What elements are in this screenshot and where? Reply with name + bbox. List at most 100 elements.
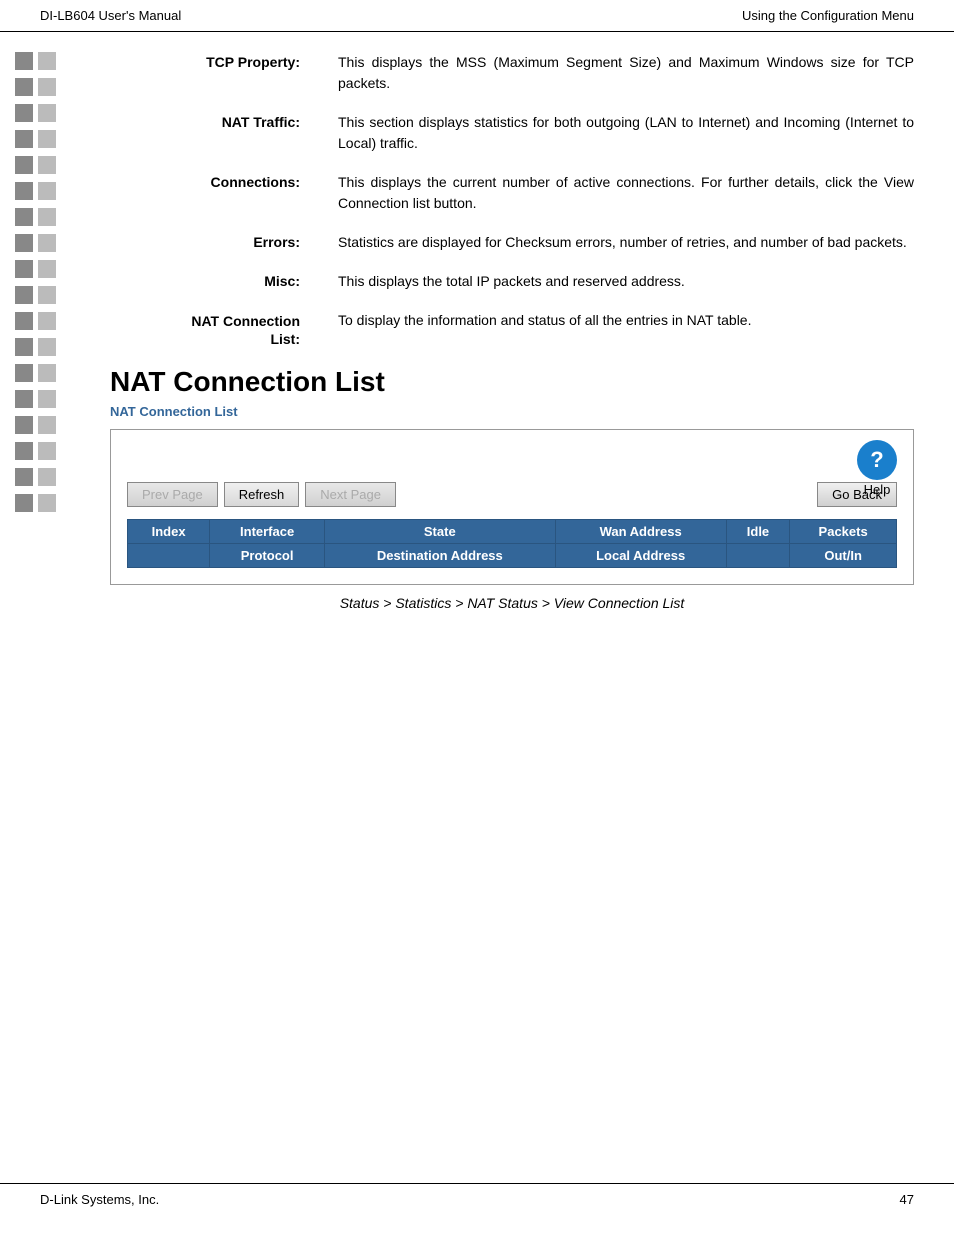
sidebar-square: [15, 234, 33, 252]
sidebar-square: [15, 182, 33, 200]
term-row-tcp: TCP Property: This displays the MSS (Max…: [110, 52, 914, 94]
page-footer: D-Link Systems, Inc. 47: [0, 1183, 954, 1215]
section-title: NAT Connection List: [110, 366, 914, 398]
col-idle: Idle: [726, 520, 790, 544]
sidebar-row-18: [15, 494, 85, 512]
sidebar-row-10: [15, 286, 85, 304]
col-packets: Packets: [790, 520, 897, 544]
sidebar-square: [38, 442, 56, 460]
col-index: Index: [128, 520, 210, 544]
term-def-tcp: This displays the MSS (Maximum Segment S…: [338, 52, 914, 94]
sidebar-row-15: [15, 416, 85, 434]
sidebar-square: [15, 52, 33, 70]
col-empty: [128, 544, 210, 568]
term-row-misc: Misc: This displays the total IP packets…: [110, 271, 914, 292]
sidebar-square: [38, 182, 56, 200]
col-state: State: [325, 520, 556, 544]
sidebar-square: [38, 338, 56, 356]
next-page-button[interactable]: Next Page: [305, 482, 396, 507]
term-def-connections: This displays the current number of acti…: [338, 172, 914, 214]
sidebar-square: [38, 494, 56, 512]
sidebar-square: [38, 468, 56, 486]
sidebar-row-8: [15, 234, 85, 252]
main-layout: TCP Property: This displays the MSS (Max…: [0, 32, 954, 631]
term-label-errors: Errors:: [110, 232, 320, 250]
sidebar-square: [38, 286, 56, 304]
sidebar-row-13: [15, 364, 85, 382]
sidebar-row-6: [15, 182, 85, 200]
nat-connection-box: ? Help Prev Page Refresh Next Page Go Ba…: [110, 429, 914, 585]
col-local-address: Local Address: [555, 544, 726, 568]
sidebar-row-7: [15, 208, 85, 226]
sidebar-square: [38, 52, 56, 70]
sidebar-row-2: [15, 78, 85, 96]
term-label-misc: Misc:: [110, 271, 320, 289]
table-header-row-1: Index Interface State Wan Address Idle P…: [128, 520, 897, 544]
term-def-nat-connection: To display the information and status of…: [338, 310, 914, 331]
sidebar-square: [15, 364, 33, 382]
sidebar-square: [15, 468, 33, 486]
col-interface: Interface: [210, 520, 325, 544]
sidebar-square: [15, 130, 33, 148]
sidebar-row-11: [15, 312, 85, 330]
section-subtitle: NAT Connection List: [110, 404, 914, 419]
sidebar-row-17: [15, 468, 85, 486]
term-list: TCP Property: This displays the MSS (Max…: [110, 52, 914, 348]
sidebar-square: [38, 208, 56, 226]
sidebar-square: [15, 338, 33, 356]
sidebar-square: [38, 312, 56, 330]
sidebar-square: [15, 442, 33, 460]
term-row-connections: Connections: This displays the current n…: [110, 172, 914, 214]
term-label-nat-connection: NAT ConnectionList:: [110, 310, 320, 348]
help-button[interactable]: ? Help: [857, 440, 897, 497]
sidebar-row-4: [15, 130, 85, 148]
nav-buttons: Prev Page Refresh Next Page Go Back: [127, 482, 897, 507]
term-def-nat-traffic: This section displays statistics for bot…: [338, 112, 914, 154]
term-label-connections: Connections:: [110, 172, 320, 190]
sidebar: [0, 42, 100, 621]
col-empty2: [726, 544, 790, 568]
sidebar-square: [38, 390, 56, 408]
page-header: DI-LB604 User's Manual Using the Configu…: [0, 0, 954, 32]
sidebar-square: [15, 494, 33, 512]
sidebar-row-12: [15, 338, 85, 356]
sidebar-row-14: [15, 390, 85, 408]
sidebar-square: [38, 416, 56, 434]
sidebar-square: [15, 104, 33, 122]
sidebar-square: [15, 260, 33, 278]
col-wan-address: Wan Address: [555, 520, 726, 544]
sidebar-square: [38, 156, 56, 174]
sidebar-square: [38, 364, 56, 382]
sidebar-row-9: [15, 260, 85, 278]
sidebar-square: [15, 390, 33, 408]
header-right: Using the Configuration Menu: [742, 8, 914, 23]
col-out-in: Out/In: [790, 544, 897, 568]
table-header-row-2: Protocol Destination Address Local Addre…: [128, 544, 897, 568]
sidebar-square: [38, 78, 56, 96]
sidebar-row-16: [15, 442, 85, 460]
term-label-tcp: TCP Property:: [110, 52, 320, 70]
col-dest-address: Destination Address: [325, 544, 556, 568]
nat-table: Index Interface State Wan Address Idle P…: [127, 519, 897, 568]
sidebar-square: [15, 312, 33, 330]
term-def-errors: Statistics are displayed for Checksum er…: [338, 232, 914, 253]
sidebar-row-1: [15, 52, 85, 70]
sidebar-square: [15, 156, 33, 174]
breadcrumb: Status > Statistics > NAT Status > View …: [110, 595, 914, 611]
sidebar-square: [15, 286, 33, 304]
header-left: DI-LB604 User's Manual: [40, 8, 181, 23]
term-row-nat-traffic: NAT Traffic: This section displays stati…: [110, 112, 914, 154]
col-protocol: Protocol: [210, 544, 325, 568]
sidebar-square: [38, 260, 56, 278]
term-def-misc: This displays the total IP packets and r…: [338, 271, 914, 292]
prev-page-button[interactable]: Prev Page: [127, 482, 218, 507]
term-row-errors: Errors: Statistics are displayed for Che…: [110, 232, 914, 253]
sidebar-square: [38, 234, 56, 252]
sidebar-row-3: [15, 104, 85, 122]
help-label: Help: [864, 482, 891, 497]
help-icon: ?: [857, 440, 897, 480]
term-label-nat-traffic: NAT Traffic:: [110, 112, 320, 130]
sidebar-square: [38, 130, 56, 148]
refresh-button[interactable]: Refresh: [224, 482, 300, 507]
footer-left: D-Link Systems, Inc.: [40, 1192, 159, 1207]
